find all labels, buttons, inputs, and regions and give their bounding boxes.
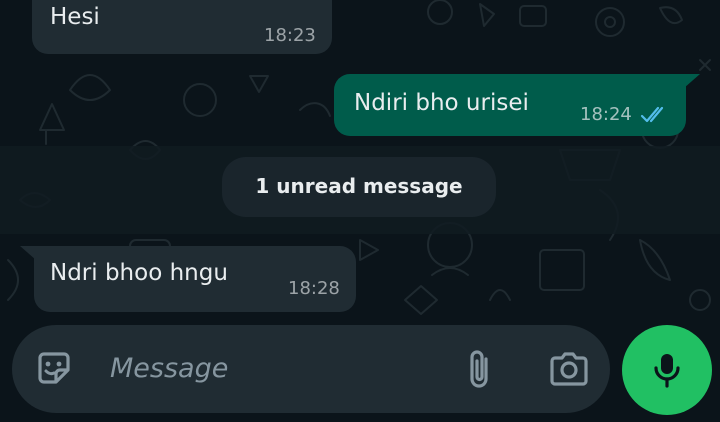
camera-icon[interactable] bbox=[548, 351, 590, 387]
message-composer: Message bbox=[12, 325, 610, 413]
message-timestamp: 18:23 bbox=[264, 25, 316, 46]
unread-messages-label: 1 unread message bbox=[255, 174, 463, 198]
message-input[interactable]: Message bbox=[110, 353, 228, 384]
bubble-tail-outgoing bbox=[684, 74, 700, 88]
voice-record-button[interactable] bbox=[622, 325, 712, 415]
sticker-icon[interactable] bbox=[34, 348, 74, 388]
microphone-icon bbox=[654, 354, 680, 388]
message-text: Hesi bbox=[50, 4, 100, 30]
read-receipt-icon bbox=[640, 106, 664, 123]
message-bubble-incoming[interactable]: Ndri bhoo hngu 18:28 bbox=[34, 246, 356, 312]
message-timestamp: 18:28 bbox=[288, 278, 340, 299]
message-text: Ndri bhoo hngu bbox=[50, 260, 228, 286]
bubble-tail-incoming bbox=[20, 246, 36, 260]
message-bubble-outgoing[interactable]: Ndiri bho urisei 18:24 bbox=[334, 74, 686, 136]
paperclip-icon[interactable] bbox=[466, 347, 492, 391]
unread-messages-indicator: 1 unread message bbox=[222, 157, 496, 217]
message-bubble-incoming[interactable]: Hesi 18:23 bbox=[32, 0, 332, 54]
message-timestamp: 18:24 bbox=[580, 104, 632, 125]
message-text: Ndiri bho urisei bbox=[354, 90, 529, 116]
